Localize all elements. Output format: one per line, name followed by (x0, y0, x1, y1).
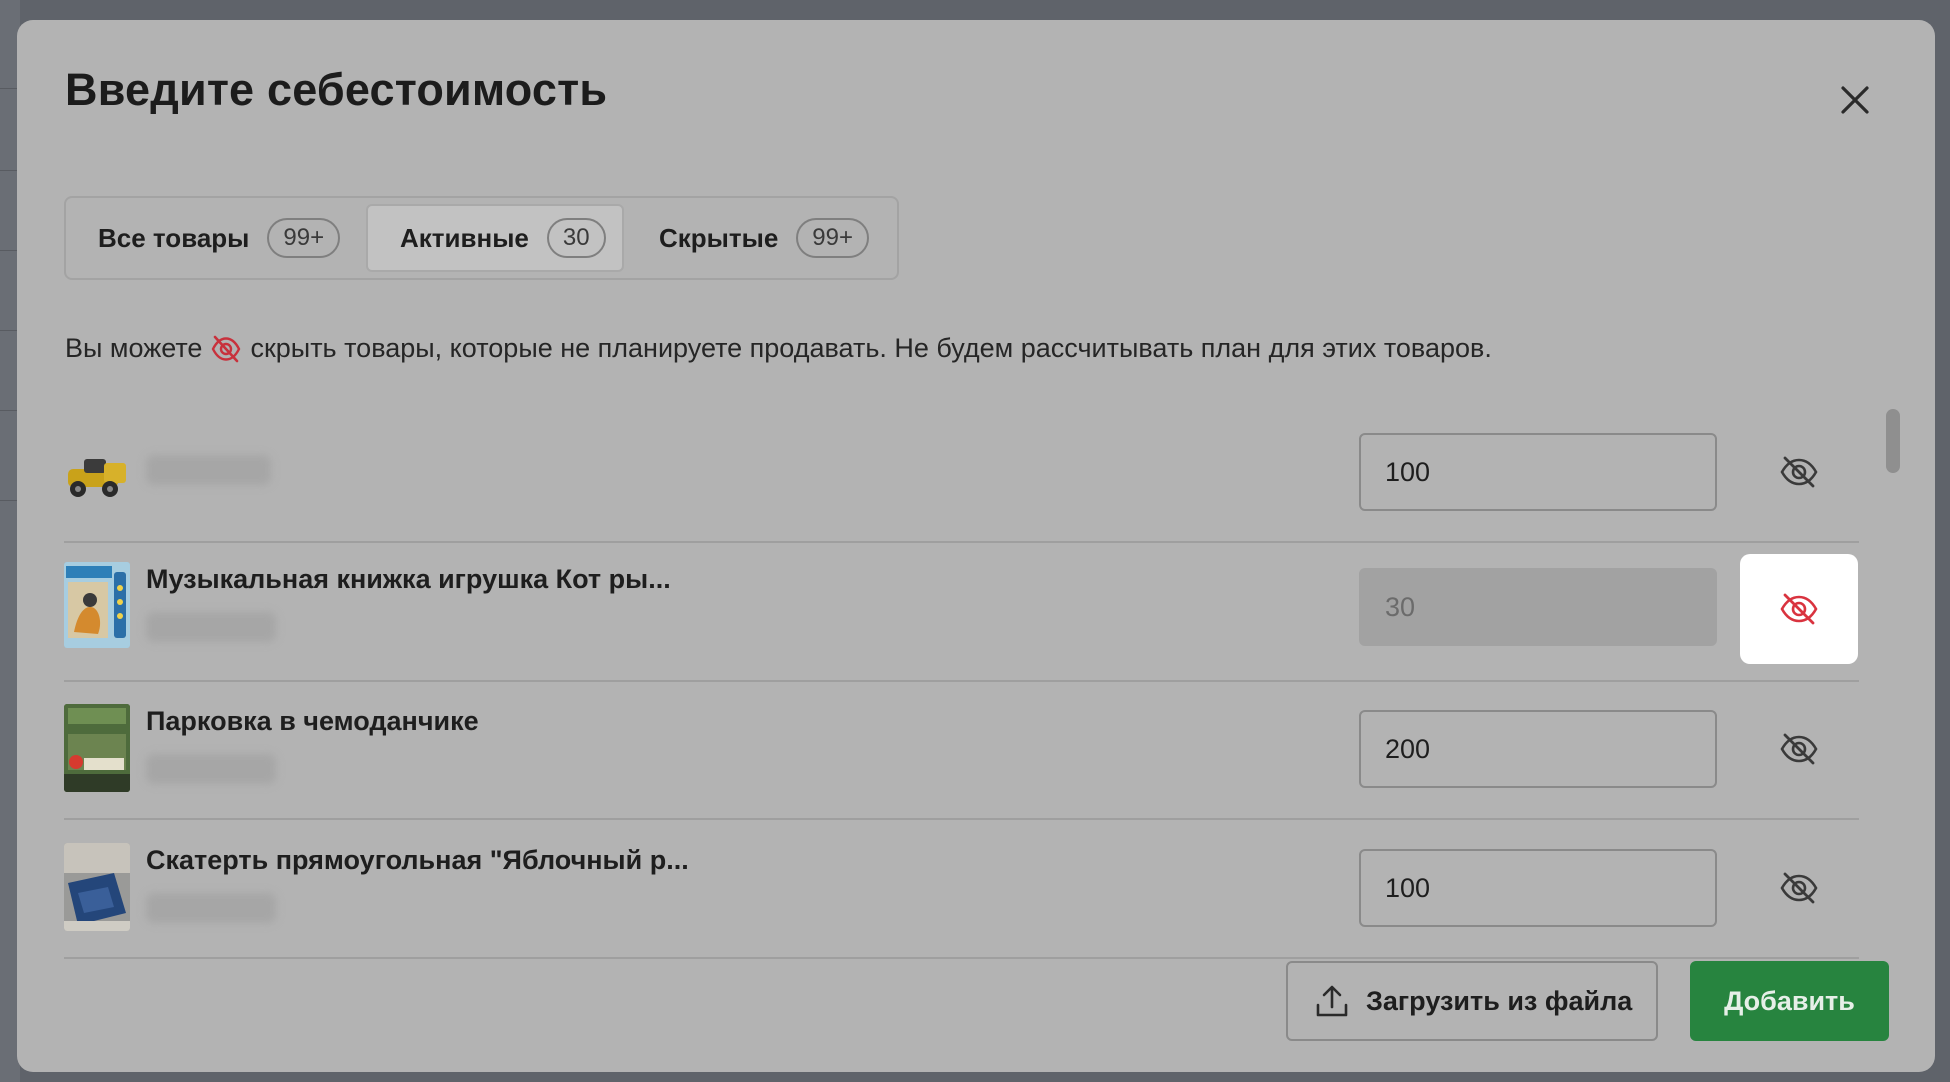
cost-input[interactable] (1359, 433, 1717, 511)
hint-text-after: скрыть товары, которые не планируете про… (250, 333, 1492, 363)
product-name: Парковка в чемоданчике (146, 706, 479, 736)
product-filter-tabs: Все товары 99+ Активные 30 Скрытые 99+ (64, 196, 899, 280)
close-button[interactable] (1827, 72, 1883, 128)
tab-active[interactable]: Активные 30 (366, 204, 624, 272)
hint-text-before: Вы можете (65, 333, 203, 363)
unhide-product-button[interactable] (1740, 554, 1858, 664)
dialog-title: Введите себестоимость (65, 64, 608, 115)
upload-icon (1316, 985, 1348, 1017)
count-badge: 99+ (267, 218, 341, 258)
product-row: Скатерть прямоугольная "Яблочный р... (64, 821, 1859, 959)
product-row: Музыкальная книжка игрушка Кот ры... (64, 544, 1859, 682)
product-image (64, 843, 130, 931)
product-sku-blurred (146, 754, 276, 784)
tab-label: Скрытые (659, 222, 779, 253)
product-name: Музыкальная книжка игрушка Кот ры... (146, 564, 671, 594)
count-badge: 99+ (796, 218, 869, 258)
hide-product-button[interactable] (1740, 417, 1858, 527)
product-name: Скатерть прямоугольная "Яблочный р... (146, 845, 689, 875)
tab-hidden[interactable]: Скрытые 99+ (627, 204, 895, 272)
product-list: Музыкальная книжка игрушка Кот ры... (64, 405, 1876, 960)
product-sku-blurred (146, 893, 276, 923)
cost-dialog: Введите себестоимость Все товары 99+ Акт… (17, 20, 1935, 1072)
add-button[interactable]: Добавить (1690, 961, 1889, 1041)
count-badge: 30 (546, 218, 606, 258)
product-sku-blurred (146, 455, 271, 485)
eye-off-icon (210, 335, 242, 363)
cost-input[interactable] (1359, 710, 1717, 788)
tab-all-products[interactable]: Все товары 99+ (66, 204, 362, 272)
hide-product-button[interactable] (1740, 833, 1858, 943)
scroll-thumb[interactable] (1886, 409, 1900, 473)
product-row (64, 405, 1859, 543)
product-sku-blurred (146, 612, 276, 642)
eye-off-icon (1780, 733, 1818, 765)
tab-label: Все товары (98, 222, 250, 253)
product-row: Парковка в чемоданчике (64, 682, 1859, 820)
eye-off-icon (1780, 456, 1818, 488)
upload-from-file-button[interactable]: Загрузить из файла (1286, 961, 1658, 1041)
hide-product-button[interactable] (1740, 694, 1858, 804)
cost-input[interactable] (1359, 849, 1717, 927)
eye-off-icon (1780, 872, 1818, 904)
upload-button-label: Загрузить из файла (1366, 985, 1633, 1016)
eye-off-icon (1780, 593, 1818, 625)
product-image (64, 562, 130, 648)
list-scrollbar[interactable] (1882, 405, 1904, 960)
product-image (64, 704, 130, 792)
close-icon (1841, 86, 1869, 114)
tab-label: Активные (400, 222, 529, 253)
product-image (64, 433, 130, 507)
hint-text: Вы можете скрыть товары, которые не план… (65, 333, 1492, 364)
cost-input[interactable] (1359, 568, 1717, 646)
